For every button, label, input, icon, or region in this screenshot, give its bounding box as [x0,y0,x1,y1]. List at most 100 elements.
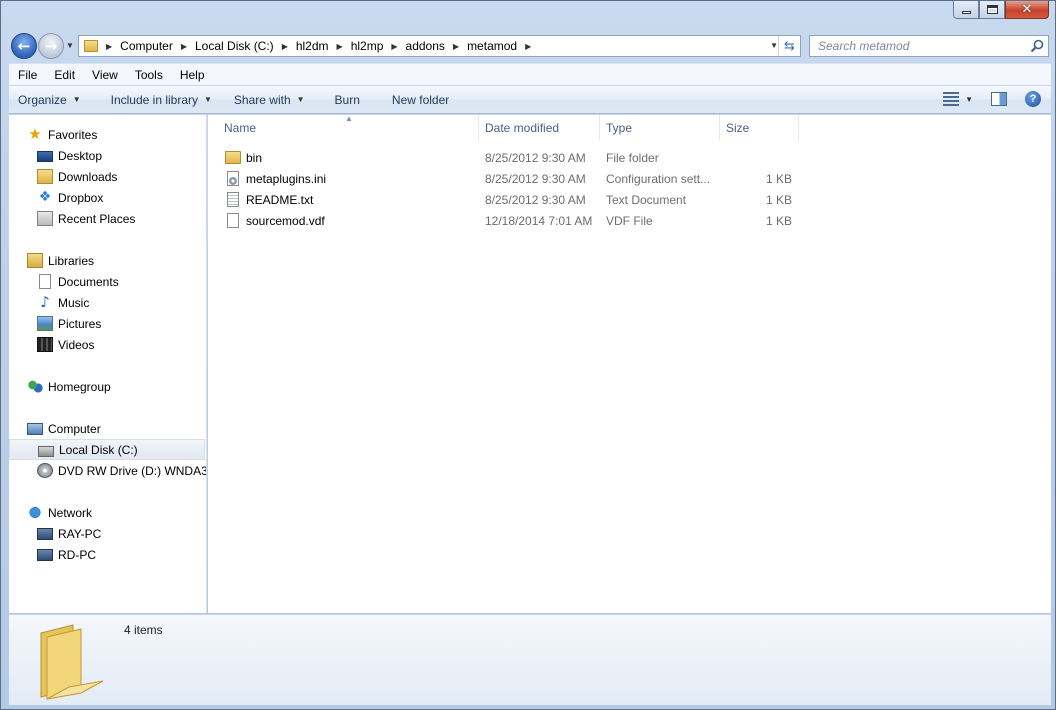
menu-edit[interactable]: Edit [45,68,83,82]
dropbox-icon: ❖ [38,189,52,205]
view-options-dropdown[interactable]: ▼ [965,95,973,104]
share-with-button[interactable]: Share with ▼ [222,93,315,107]
network-icon [27,505,43,520]
menu-file[interactable]: File [9,68,45,82]
text-file-icon [227,192,239,207]
music-note-icon: ♪ [40,293,50,311]
documents-icon [39,274,51,289]
change-view-icon[interactable] [943,92,960,106]
command-bar: Organize ▼ Include in library ▼ Share with… [9,86,1051,114]
star-icon: ★ [28,125,42,143]
film-strip-icon [37,337,53,352]
search-input[interactable]: Search metamod [809,35,1049,57]
column-header-name[interactable]: Name ▲ [208,114,479,141]
recent-places-icon [37,211,53,226]
nav-documents[interactable]: Documents [9,271,205,292]
nav-local-disk[interactable]: Local Disk (C:) [9,439,205,460]
breadcrumb-computer[interactable]: Computer ▶ [120,39,195,53]
file-date: 8/25/2012 9:30 AM [485,150,586,165]
file-name: README.txt [246,192,314,207]
file-name-cell: sourcemod.vdf [225,210,325,231]
chevron-down-icon: ▼ [204,95,212,104]
breadcrumb-hl2mp[interactable]: hl2mp ▶ [351,39,406,53]
folder-icon [84,40,98,52]
preview-pane-icon[interactable] [991,92,1007,106]
breadcrumb-metamod[interactable]: metamod ▶ [467,39,539,53]
minimize-button[interactable] [953,1,979,19]
file-name: metaplugins.ini [246,171,327,186]
file-name-cell: README.txt [225,189,313,210]
address-history-dropdown[interactable]: ▼ [770,41,778,50]
file-name-cell: metaplugins.ini [225,168,326,189]
back-button[interactable]: ← [11,33,37,59]
burn-button[interactable]: Burn [315,93,370,107]
sort-ascending-icon: ▲ [345,114,353,123]
chevron-right-icon: ▶ [281,41,288,51]
search-placeholder: Search metamod [818,39,910,53]
maximize-button[interactable] [979,1,1005,19]
file-date: 8/25/2012 9:30 AM [485,171,586,186]
nav-dropbox[interactable]: ❖ Dropbox [9,187,205,208]
menu-view[interactable]: View [83,68,126,82]
breadcrumb-root[interactable]: ▶ [104,42,120,51]
new-folder-button[interactable]: New folder [370,93,459,107]
file-row[interactable]: README.txt 8/25/2012 9:30 AM Text Docume… [208,189,1051,210]
nav-computer[interactable]: Computer [9,418,205,439]
file-size: 1 KB [765,192,792,207]
nav-homegroup[interactable]: Homegroup [9,376,205,397]
maximize-icon [986,5,998,14]
forward-button[interactable]: → [38,33,64,59]
nav-libraries[interactable]: Libraries [9,250,205,271]
file-type: Configuration sett... [606,171,711,186]
close-button[interactable]: ✕ [1005,1,1049,19]
organize-button[interactable]: Organize ▼ [9,93,91,107]
column-header-size[interactable]: Size [720,115,799,141]
search-icon[interactable] [1030,39,1044,53]
file-row[interactable]: sourcemod.vdf 12/18/2014 7:01 AM VDF Fil… [208,210,1051,231]
nav-recent-places[interactable]: Recent Places [9,208,205,229]
nav-videos[interactable]: Videos [9,334,205,355]
chevron-down-icon: ▼ [296,95,305,104]
title-bar: ✕ [1,1,1055,29]
file-row[interactable]: metaplugins.ini 8/25/2012 9:30 AM Config… [208,168,1051,189]
address-bar[interactable]: ▶ Computer ▶ Local Disk (C:) ▶ hl2dm ▶ hl2m… [78,35,801,57]
forward-arrow-icon: → [44,37,58,55]
chevron-right-icon: ▶ [336,41,343,51]
column-header-type[interactable]: Type [600,115,720,141]
breadcrumb-hl2dm[interactable]: hl2dm ▶ [296,39,351,53]
chevron-right-icon: ▶ [452,41,460,51]
nav-desktop[interactable]: Desktop [9,145,205,166]
blank-file-icon [227,213,239,228]
nav-pictures[interactable]: Pictures [9,313,205,334]
homegroup-icon [27,379,43,394]
menu-help[interactable]: Help [171,68,213,82]
recent-pages-dropdown[interactable]: ▼ [66,41,74,50]
nav-music[interactable]: ♪ Music [9,292,205,313]
nav-rd-pc[interactable]: RD-PC [9,544,205,565]
column-header-date-modified[interactable]: Date modified [479,115,600,141]
nav-favorites[interactable]: ★ Favorites [9,124,205,145]
menu-tools[interactable]: Tools [126,68,171,82]
nav-downloads[interactable]: Downloads [9,166,205,187]
include-in-library-button[interactable]: Include in library ▼ [91,93,222,107]
caption-buttons: ✕ [953,1,1049,19]
help-icon[interactable]: ? [1025,91,1041,107]
libraries-icon [27,253,43,268]
chevron-right-icon: ▶ [106,41,113,51]
nav-network[interactable]: Network [9,502,205,523]
breadcrumb-local-disk[interactable]: Local Disk (C:) ▶ [195,39,296,53]
folder-icon [40,624,104,700]
pictures-icon [37,316,53,331]
network-computer-icon [37,527,53,540]
file-row[interactable]: bin 8/25/2012 9:30 AM File folder [208,147,1051,168]
file-name-cell: bin [225,147,262,168]
nav-dvd-drive[interactable]: DVD RW Drive (D:) WNDA3100 [9,460,206,481]
file-size [726,147,792,168]
dvd-drive-icon [37,463,53,478]
close-icon: ✕ [1021,2,1033,17]
folder-icon [225,151,241,164]
breadcrumb-addons[interactable]: addons ▶ [406,39,468,53]
hard-disk-icon [38,445,54,457]
refresh-button[interactable]: ⇆ [778,36,800,56]
nav-ray-pc[interactable]: RAY-PC [9,523,205,544]
